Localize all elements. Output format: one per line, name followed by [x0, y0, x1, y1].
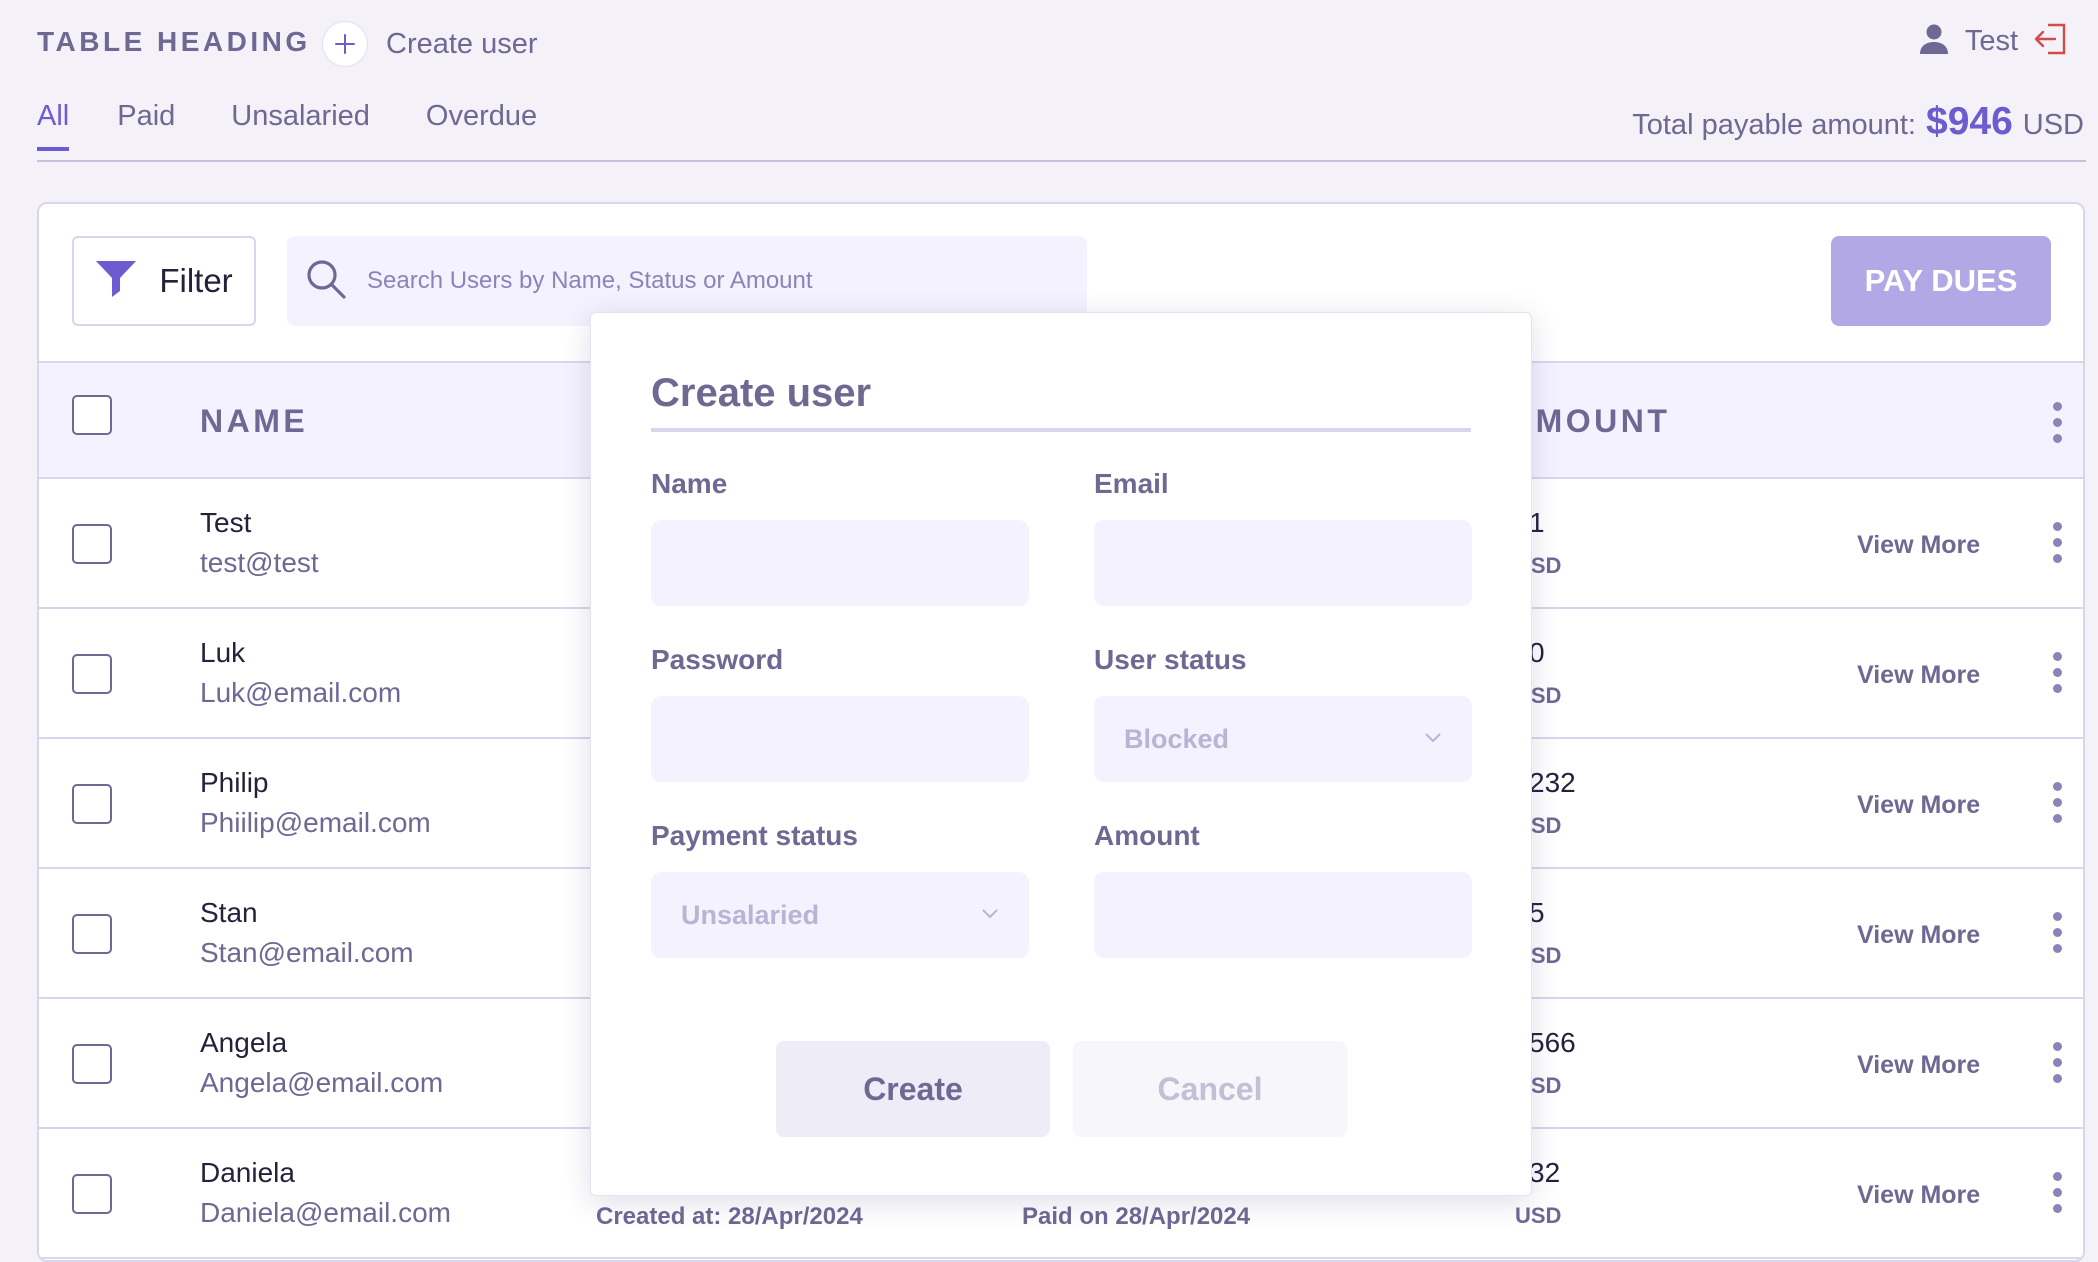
- row-created-date: Created at: 28/Apr/2024: [596, 1203, 863, 1230]
- row-amount: 32: [1529, 1157, 1561, 1188]
- email-label: Email: [1094, 468, 1169, 499]
- name-field[interactable]: [651, 520, 1029, 606]
- view-more-link[interactable]: View More: [1857, 1181, 1980, 1210]
- payment-status-value: Unsalaried: [681, 899, 820, 930]
- row-name: Luk: [200, 637, 246, 668]
- row-amount: 566: [1529, 1027, 1576, 1058]
- row-email: Luk@email.com: [200, 677, 402, 708]
- email-field[interactable]: [1094, 520, 1472, 606]
- chevron-down-icon: [1424, 730, 1442, 748]
- user-name: Test: [1964, 25, 2018, 57]
- kebab-menu-icon[interactable]: [2051, 782, 2063, 823]
- table-heading: TABLE HEADING: [37, 26, 311, 57]
- row-name: Angela: [200, 1027, 288, 1058]
- row-checkbox[interactable]: [72, 524, 112, 564]
- user-icon: [1919, 23, 1949, 60]
- view-more-link[interactable]: View More: [1857, 791, 1980, 820]
- row-amount: 232: [1529, 767, 1576, 798]
- user-status-select[interactable]: Blocked: [1094, 696, 1472, 782]
- user-status-value: Blocked: [1124, 723, 1230, 754]
- row-name: Stan: [200, 897, 258, 928]
- tab-all[interactable]: All: [37, 100, 70, 151]
- password-label: Password: [651, 644, 784, 675]
- column-header-amount: AMOUNT: [1509, 403, 1671, 439]
- plus-icon: [322, 21, 368, 67]
- kebab-menu-icon[interactable]: [2051, 402, 2063, 443]
- payment-status-select[interactable]: Unsalaried: [651, 872, 1029, 958]
- chevron-down-icon: [981, 906, 999, 924]
- row-name: Daniela: [200, 1157, 295, 1188]
- kebab-menu-icon[interactable]: [2051, 1042, 2063, 1083]
- filter-label: Filter: [159, 262, 233, 299]
- total-payable-currency: USD: [2022, 109, 2084, 141]
- select-all-checkbox[interactable]: [72, 395, 112, 435]
- tab-unsalaried[interactable]: Unsalaried: [231, 100, 370, 151]
- create-user-button[interactable]: Create user: [322, 20, 538, 68]
- create-button[interactable]: Create: [776, 1041, 1050, 1137]
- view-more-link[interactable]: View More: [1857, 531, 1980, 560]
- tab-paid[interactable]: Paid: [117, 100, 175, 151]
- row-email: Daniela@email.com: [200, 1197, 451, 1228]
- payment-status-label: Payment status: [651, 820, 858, 851]
- row-name: Test: [200, 507, 252, 538]
- row-checkbox[interactable]: [72, 654, 112, 694]
- pay-dues-button[interactable]: PAY DUES: [1831, 236, 2051, 326]
- total-payable-label: Total payable amount:: [1632, 109, 1916, 141]
- kebab-menu-icon[interactable]: [2051, 522, 2063, 563]
- user-status-label: User status: [1094, 644, 1247, 675]
- modal-title: Create user: [651, 371, 872, 415]
- row-name: Philip: [200, 767, 269, 798]
- logout-icon[interactable]: [2034, 22, 2068, 61]
- row-email: Phiilip@email.com: [200, 807, 431, 838]
- modal-title-divider: [651, 428, 1471, 432]
- filter-icon: [95, 259, 137, 304]
- kebab-menu-icon[interactable]: [2051, 652, 2063, 693]
- view-more-link[interactable]: View More: [1857, 661, 1980, 690]
- filter-button[interactable]: Filter: [72, 236, 256, 326]
- row-email: test@test: [200, 547, 319, 578]
- column-header-name: NAME: [200, 403, 309, 439]
- password-field[interactable]: [651, 696, 1029, 782]
- row-checkbox[interactable]: [72, 1044, 112, 1084]
- row-email: Stan@email.com: [200, 937, 414, 968]
- search-icon: [305, 258, 347, 305]
- row-checkbox[interactable]: [72, 1174, 112, 1214]
- status-tabs: All Paid Unsalaried Overdue: [37, 100, 593, 151]
- row-paid-date: Paid on 28/Apr/2024: [1022, 1203, 1251, 1230]
- view-more-link[interactable]: View More: [1857, 921, 1980, 950]
- row-email: Angela@email.com: [200, 1067, 444, 1098]
- amount-field[interactable]: [1094, 872, 1472, 958]
- row-checkbox[interactable]: [72, 914, 112, 954]
- search-input[interactable]: [365, 266, 1069, 296]
- tabs-divider: [37, 160, 2086, 162]
- create-user-modal: Create user Name Email Password User sta…: [590, 312, 1532, 1196]
- cancel-button[interactable]: Cancel: [1073, 1041, 1347, 1137]
- amount-label: Amount: [1094, 820, 1200, 851]
- total-payable-amount: $946: [1926, 100, 2013, 143]
- row-currency: USD: [1515, 1203, 1562, 1228]
- name-label: Name: [651, 468, 728, 499]
- kebab-menu-icon[interactable]: [2051, 912, 2063, 953]
- view-more-link[interactable]: View More: [1857, 1051, 1980, 1080]
- tab-overdue[interactable]: Overdue: [426, 100, 537, 151]
- user-menu[interactable]: Test: [1919, 22, 2068, 61]
- create-user-label: Create user: [386, 27, 538, 60]
- row-checkbox[interactable]: [72, 784, 112, 824]
- kebab-menu-icon[interactable]: [2051, 1172, 2063, 1213]
- total-payable: Total payable amount: $946 USD: [1632, 100, 2084, 144]
